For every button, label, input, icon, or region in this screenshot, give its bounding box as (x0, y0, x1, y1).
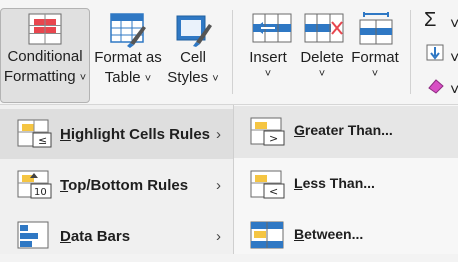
conditional-formatting-label-2: Formatting ˅ (3, 68, 87, 85)
delete-button[interactable]: Delete ˅ (297, 6, 347, 80)
fill-button[interactable]: ˅ (424, 44, 458, 67)
chevron-down-icon: ˅ (79, 72, 87, 84)
sigma-icon: Σ (424, 9, 437, 31)
cell-styles-icon (174, 12, 212, 48)
svg-text:≤: ≤ (38, 134, 47, 147)
format-as-table-label-1: Format as (94, 49, 162, 66)
highlight-cells-rules-icon: ≤ (17, 119, 52, 148)
format-as-table-label-2: Table ˅ (104, 69, 152, 86)
delete-label: Delete (300, 49, 344, 66)
chevron-down-icon: ˅ (450, 50, 458, 67)
between-icon (250, 221, 284, 249)
fill-down-icon (426, 44, 444, 61)
cell-styles-button[interactable]: Cell Styles ˅ (162, 6, 224, 88)
submenu-item-greater-than[interactable]: > Greater Than... (234, 106, 458, 158)
chevron-down-icon: ˅ (450, 82, 458, 99)
format-as-table-icon (109, 12, 147, 48)
eraser-icon (428, 79, 444, 94)
format-label: Format (351, 49, 399, 66)
clear-button[interactable]: ˅ (424, 76, 458, 99)
conditional-formatting-label-1: Conditional (7, 48, 83, 65)
data-bars-icon (17, 221, 49, 249)
submenu-item-label: Less Than... (294, 175, 375, 191)
chevron-down-icon: ˅ (371, 68, 379, 80)
menu-item-top-bottom-rules[interactable]: 10 Top/Bottom Rules › (0, 160, 233, 210)
chevron-down-icon: ˅ (318, 68, 326, 80)
svg-text:>: > (269, 132, 278, 145)
delete-cells-icon (303, 12, 344, 48)
chevron-down-icon: ˅ (264, 68, 272, 80)
menu-item-label: Top/Bottom Rules (60, 176, 189, 194)
svg-text:10: 10 (34, 187, 47, 198)
autosum-button[interactable]: Σ ˅ (424, 9, 458, 33)
svg-text:<: < (269, 185, 278, 198)
format-cells-icon (356, 12, 394, 48)
ribbon-styles-cells-group: Conditional Formatting ˅ Format as Table… (0, 0, 458, 105)
chevron-right-icon: › (216, 176, 221, 194)
cell-styles-label-2: Styles ˅ (167, 69, 219, 86)
format-button[interactable]: Format ˅ (350, 6, 400, 80)
conditional-formatting-menu: ≤ Highlight Cells Rules › 10 Top/Bottom … (0, 105, 234, 254)
less-than-icon: < (250, 170, 285, 199)
ribbon-separator (232, 10, 233, 94)
menu-item-highlight-cells-rules[interactable]: ≤ Highlight Cells Rules › (0, 109, 233, 159)
format-as-table-button[interactable]: Format as Table ˅ (92, 6, 164, 88)
cell-styles-label-1: Cell (180, 49, 206, 66)
greater-than-icon: > (250, 117, 285, 146)
chevron-down-icon: ˅ (144, 73, 152, 85)
menu-item-label: Highlight Cells Rules (60, 125, 211, 143)
ribbon-separator (410, 10, 411, 94)
conditional-formatting-icon (26, 11, 64, 47)
submenu-item-between[interactable]: Between... (234, 210, 458, 262)
chevron-right-icon: › (216, 227, 221, 245)
insert-cells-icon (249, 12, 292, 48)
chevron-down-icon: ˅ (212, 73, 219, 85)
chevron-right-icon: › (216, 125, 221, 143)
insert-button[interactable]: Insert ˅ (243, 6, 293, 80)
submenu-item-label: Between... (294, 226, 364, 242)
insert-label: Insert (249, 49, 287, 66)
submenu-item-less-than[interactable]: < Less Than... (234, 159, 458, 211)
submenu-item-label: Greater Than... (294, 122, 393, 138)
highlight-cells-rules-submenu: > Greater Than... < Less Than... Between… (234, 105, 458, 254)
chevron-down-icon: ˅ (450, 16, 458, 33)
top-bottom-rules-icon: 10 (17, 170, 52, 199)
menu-item-label: Data Bars (60, 227, 131, 245)
conditional-formatting-button[interactable]: Conditional Formatting ˅ (0, 8, 90, 103)
